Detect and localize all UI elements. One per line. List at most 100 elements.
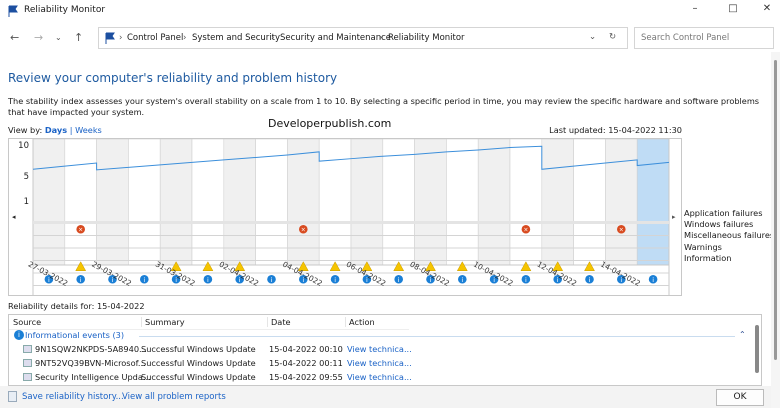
error-icon-glyph: ×	[523, 227, 528, 234]
day-column[interactable]	[509, 138, 543, 266]
error-icon-glyph: ×	[619, 227, 624, 234]
info-icon-glyph: i	[334, 276, 336, 284]
day-column[interactable]	[255, 138, 288, 266]
save-icon	[8, 391, 17, 402]
info-icon: i	[14, 330, 24, 340]
info-icon-glyph: i	[80, 276, 82, 284]
view-days-link[interactable]: Days	[45, 125, 67, 135]
details-table: Source Summary Date ^ Action i Informati…	[8, 314, 762, 386]
day-column[interactable]	[477, 138, 511, 266]
window-title: Reliability Monitor	[24, 5, 106, 15]
day-column[interactable]	[318, 138, 352, 266]
scroll-left-icon[interactable]: ◂	[12, 213, 16, 221]
day-column[interactable]	[605, 138, 638, 266]
control-panel-icon	[105, 32, 115, 44]
view-technical-details-link[interactable]: View technica...	[347, 344, 412, 354]
info-icon-glyph: i	[589, 276, 591, 284]
save-history-link[interactable]: Save reliability history...	[22, 392, 124, 402]
view-all-reports-link[interactable]: View all problem reports	[122, 392, 226, 402]
day-column[interactable]	[446, 138, 479, 266]
row-summary: Successful Windows Update	[141, 358, 256, 368]
search-input[interactable]: Search Control Panel	[634, 27, 774, 49]
col-summary[interactable]: Summary	[141, 317, 185, 327]
row-source: 9NT52VQ39BVN-Microsof...	[35, 358, 146, 368]
table-scrollbar[interactable]	[755, 325, 759, 373]
day-column[interactable]	[32, 138, 66, 266]
maximize-button[interactable]: □	[718, 3, 748, 19]
reliability-chart[interactable]: 10 5 1 × × × × i i i i i i i i i i i i i i i i i i i i 27-03-2022 29…	[8, 138, 682, 296]
row-source: 9N1SQW2NKPDS-5A8940...	[35, 344, 147, 354]
table-row[interactable]: 9N1SQW2NKPDS-5A8940... Successful Window…	[9, 344, 749, 356]
footer: Save reliability history... View all pro…	[0, 386, 780, 408]
view-separator: |	[69, 125, 73, 135]
breadcrumb-system-security[interactable]: System and Security	[192, 33, 280, 43]
last-updated: Last updated: 15-04-2022 11:30	[549, 125, 682, 135]
group-label: Informational events (3)	[25, 330, 125, 340]
col-date[interactable]: Date	[267, 317, 291, 327]
info-icon-glyph: i	[143, 276, 145, 284]
title-bar: Reliability Monitor – □ ✕	[0, 0, 780, 22]
update-icon	[23, 359, 32, 367]
details-label: Reliability details for: 15-04-2022	[8, 301, 145, 311]
day-column[interactable]	[636, 138, 670, 266]
legend-windows-failures: Windows failures	[684, 219, 754, 230]
page-scrollbar-thumb[interactable]	[774, 60, 777, 360]
view-technical-details-link[interactable]: View technica...	[347, 372, 412, 382]
info-icon-glyph: i	[652, 276, 654, 284]
breadcrumb-security-maintenance[interactable]: Security and Maintenance	[280, 33, 391, 43]
row-source: Security Intelligence Upda...	[35, 372, 151, 382]
view-weeks-link[interactable]: Weeks	[75, 125, 102, 135]
close-button[interactable]: ✕	[752, 3, 780, 19]
info-icon-glyph: i	[525, 276, 527, 284]
error-icon-glyph: ×	[301, 227, 306, 234]
info-icon-glyph: i	[398, 276, 400, 284]
legend-warnings: Warnings	[684, 241, 722, 252]
y-tick-label: 10	[18, 141, 29, 151]
day-column[interactable]	[287, 138, 320, 266]
minimize-button[interactable]: –	[680, 3, 710, 19]
breadcrumb[interactable]: › Control Panel › System and Security › …	[98, 27, 628, 49]
legend-information: Information	[684, 252, 732, 263]
legend-misc-failures: Miscellaneous failures	[684, 230, 775, 241]
day-column[interactable]	[64, 138, 97, 266]
day-column[interactable]	[573, 138, 606, 266]
day-column[interactable]	[414, 138, 447, 266]
back-button[interactable]: ←	[10, 31, 19, 44]
refresh-icon[interactable]: ↻	[609, 32, 616, 42]
view-technical-details-link[interactable]: View technica...	[347, 358, 412, 368]
info-icon-glyph: i	[271, 276, 273, 284]
collapse-icon[interactable]: ⌃	[739, 330, 746, 339]
description: The stability index assesses your system…	[8, 96, 760, 117]
address-dropdown-icon[interactable]: ⌄	[589, 32, 596, 42]
col-action[interactable]: Action	[345, 317, 375, 327]
update-icon	[23, 345, 32, 353]
separator	[33, 221, 669, 224]
legend-application-failures: Application failures	[684, 208, 763, 218]
sort-icon: ^	[302, 314, 308, 320]
recent-dropdown-icon[interactable]: ⌄	[55, 33, 62, 42]
breadcrumb-reliability-monitor[interactable]: Reliability Monitor	[388, 33, 465, 43]
row-summary: Successful Windows Update	[141, 372, 256, 382]
ok-button[interactable]: OK	[716, 389, 764, 406]
table-row[interactable]: 9NT52VQ39BVN-Microsof... Successful Wind…	[9, 358, 749, 370]
col-source[interactable]: Source	[13, 317, 41, 327]
flag-icon	[8, 5, 18, 17]
day-column[interactable]	[382, 138, 415, 266]
view-by: View by: Days | Weeks	[8, 125, 102, 135]
scroll-right-icon[interactable]: ▸	[672, 213, 676, 221]
day-column[interactable]	[128, 138, 161, 266]
up-button[interactable]: ↑	[74, 31, 83, 44]
day-column[interactable]	[159, 138, 193, 266]
error-icon-glyph: ×	[78, 227, 83, 234]
forward-button[interactable]: →	[34, 31, 43, 44]
row-date: 15-04-2022 09:55	[269, 372, 343, 382]
chart-svg[interactable]: 1051× × × ×i i i i i i i i i i i i i i i i i i i i27-03-2022 29…	[9, 138, 681, 295]
chart-legend: Application failures Windows failures Mi…	[684, 208, 774, 264]
view-by-label: View by:	[8, 125, 43, 135]
table-row[interactable]: Security Intelligence Upda... Successful…	[9, 372, 749, 384]
breadcrumb-control-panel[interactable]: Control Panel	[127, 33, 183, 43]
day-column[interactable]	[541, 138, 574, 266]
day-column[interactable]	[191, 138, 225, 266]
day-column[interactable]	[96, 138, 129, 266]
group-informational-events[interactable]: i Informational events (3) ⌃	[9, 330, 749, 342]
